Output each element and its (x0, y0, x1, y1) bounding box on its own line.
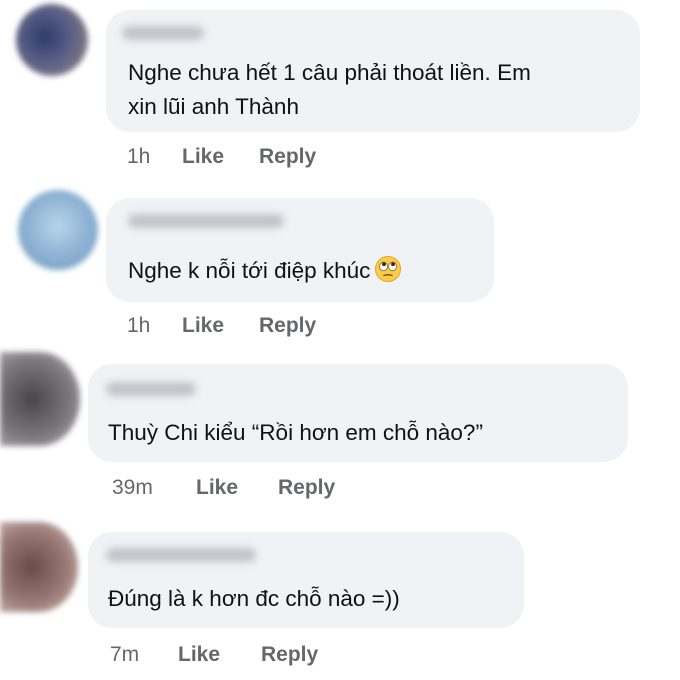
comment-time[interactable]: 39m (112, 475, 196, 501)
comment-text-line: Đúng là k hơn đc chỗ nào =)) (108, 586, 400, 611)
comment-item: Nghe chưa hết 1 câu phải thoát liền. Em … (0, 0, 680, 180)
comment-text-line: Nghe chưa hết 1 câu phải thoát liền. Em (128, 60, 531, 85)
comment-bubble: Nghe chưa hết 1 câu phải thoát liền. Em … (106, 10, 640, 132)
rolling-eyes-emoji-icon (375, 256, 402, 282)
avatar[interactable] (18, 190, 98, 270)
like-button[interactable]: Like (182, 144, 259, 170)
like-button[interactable]: Like (178, 642, 261, 668)
comment-text: Đúng là k hơn đc chỗ nào =)) (108, 582, 400, 616)
reply-button[interactable]: Reply (261, 642, 318, 668)
comment-time[interactable]: 1h (127, 313, 182, 339)
author-name[interactable] (122, 26, 204, 40)
like-button[interactable]: Like (196, 475, 278, 501)
reply-button[interactable]: Reply (259, 313, 316, 339)
avatar[interactable] (16, 4, 88, 76)
comment-bubble: Thuỳ Chi kiểu “Rồi hơn em chỗ nào?” (88, 364, 628, 462)
author-name[interactable] (128, 214, 284, 228)
reply-button[interactable]: Reply (278, 475, 335, 501)
comment-text: Thuỳ Chi kiểu “Rồi hơn em chỗ nào?” (108, 416, 483, 450)
like-button[interactable]: Like (182, 313, 259, 339)
comment-actions: 7m Like Reply (110, 642, 318, 668)
comment-actions: 1h Like Reply (127, 144, 316, 170)
comment-actions: 1h Like Reply (127, 313, 316, 339)
reply-button[interactable]: Reply (259, 144, 316, 170)
avatar[interactable] (0, 522, 78, 612)
comment-bubble: Đúng là k hơn đc chỗ nào =)) (88, 532, 524, 628)
comment-actions: 39m Like Reply (112, 475, 335, 501)
comment-time[interactable]: 7m (110, 642, 178, 668)
comment-text-line: xin lũi anh Thành (128, 94, 299, 119)
comment-text: Nghe chưa hết 1 câu phải thoát liền. Em … (128, 56, 531, 124)
comment-bubble: Nghe k nỗi tới điệp khúc (106, 198, 494, 302)
comment-text-line: Thuỳ Chi kiểu “Rồi hơn em chỗ nào?” (108, 420, 483, 445)
comment-time[interactable]: 1h (127, 144, 182, 170)
author-name[interactable] (106, 548, 256, 562)
author-name[interactable] (106, 382, 196, 396)
avatar[interactable] (0, 352, 80, 446)
comment-text-line: Nghe k nỗi tới điệp khúc (128, 258, 371, 283)
comment-text: Nghe k nỗi tới điệp khúc (128, 254, 402, 288)
